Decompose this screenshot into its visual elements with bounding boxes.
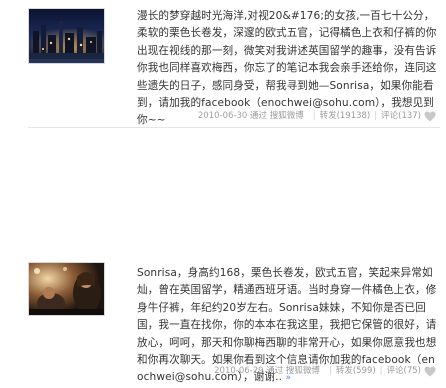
heart-icon[interactable] (424, 111, 436, 122)
meta-divider: | (312, 111, 316, 121)
comment-link[interactable]: 评论(137) (381, 109, 421, 123)
repost-link[interactable]: 转发(19138) (320, 109, 371, 123)
post-meta: 2010-06-30 通过 搜狐微博 | 转发(19138) | 评论(137) (198, 109, 436, 123)
source-link[interactable]: 通过 搜狐微博 (266, 366, 320, 376)
weibo-post: Sonrisa，身高约168，栗色长卷发，欧式五官，笑起来异常如灿，曾在英国留学… (0, 128, 446, 383)
post-time: 2010-06-29 通过 搜狐微博 (214, 366, 320, 376)
post-image[interactable] (28, 8, 105, 64)
repost-link[interactable]: 转发(599) (336, 364, 376, 378)
comment-link[interactable]: 评论(75) (387, 364, 421, 378)
post-image[interactable] (28, 262, 105, 316)
post-time: 2010-06-30 通过 搜狐微博 (197, 111, 304, 121)
meta-divider: | (328, 366, 332, 376)
meta-divider: | (379, 366, 383, 376)
heart-icon[interactable] (424, 366, 436, 377)
weibo-post: 漫长的梦穿越时光海洋,对视20&#176;的女孩,一百七十公分，柔软的栗色长卷发… (0, 0, 446, 128)
source-link[interactable]: 通过 搜狐微博 (250, 111, 304, 121)
post-meta: 2010-06-29 通过 搜狐微博 | 转发(599) | 评论(75) (214, 364, 436, 378)
night-city-photo (29, 9, 104, 63)
concert-photo (29, 263, 104, 315)
meta-divider: | (374, 111, 378, 121)
